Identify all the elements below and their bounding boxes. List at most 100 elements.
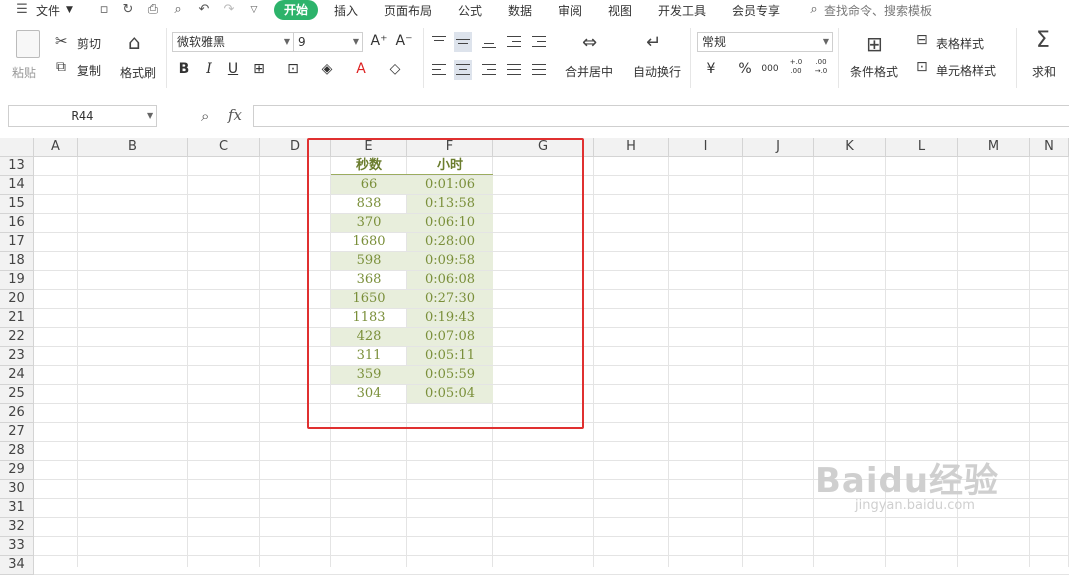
share-icon[interactable]: ↻: [120, 2, 136, 18]
paste-icon[interactable]: [16, 30, 40, 58]
row-header-17[interactable]: 17: [0, 233, 34, 252]
align-left-icon[interactable]: [430, 62, 448, 78]
tab-insert[interactable]: 插入: [334, 2, 358, 19]
row-header-22[interactable]: 22: [0, 328, 34, 347]
fill-color-icon[interactable]: ◈: [318, 60, 336, 78]
tab-home[interactable]: 开始: [274, 0, 318, 20]
align-center-icon[interactable]: [454, 60, 472, 80]
cell-fill-icon[interactable]: ⊡: [284, 60, 302, 78]
sum-icon[interactable]: Σ: [1036, 28, 1050, 53]
wrap-text-button[interactable]: 自动换行: [633, 63, 681, 80]
row-header-30[interactable]: 30: [0, 480, 34, 499]
row-header-25[interactable]: 25: [0, 385, 34, 404]
merge-center-icon[interactable]: ⇔: [582, 32, 597, 53]
decrease-indent-icon[interactable]: [505, 34, 523, 50]
align-top-icon[interactable]: [430, 34, 448, 50]
paste-button[interactable]: 粘贴: [12, 64, 36, 81]
print-icon[interactable]: ⎙: [145, 2, 161, 18]
decrease-decimal-button[interactable]: .00 →.0: [810, 58, 832, 76]
cell-style-icon[interactable]: ⊡: [916, 59, 928, 75]
row-header-27[interactable]: 27: [0, 423, 34, 442]
hamburger-icon[interactable]: ☰: [14, 2, 30, 18]
thousands-button[interactable]: 000: [759, 60, 781, 78]
chevron-down-icon[interactable]: ▼: [66, 5, 73, 15]
row-header-23[interactable]: 23: [0, 347, 34, 366]
row-header-32[interactable]: 32: [0, 518, 34, 537]
column-header-n[interactable]: N: [1030, 138, 1069, 157]
column-header-m[interactable]: M: [958, 138, 1030, 157]
name-box[interactable]: R44: [8, 105, 157, 127]
search-input[interactable]: 查找命令、搜索模板: [824, 2, 932, 19]
column-header-i[interactable]: I: [669, 138, 743, 157]
column-header-c[interactable]: C: [188, 138, 260, 157]
redo-icon[interactable]: ↷: [221, 2, 237, 18]
column-header-h[interactable]: H: [594, 138, 669, 157]
row-header-28[interactable]: 28: [0, 442, 34, 461]
scissors-icon[interactable]: ✂: [55, 32, 68, 50]
print-preview-icon[interactable]: ⌕: [170, 2, 186, 18]
row-header-14[interactable]: 14: [0, 176, 34, 195]
row-header-16[interactable]: 16: [0, 214, 34, 233]
wrap-text-icon[interactable]: ↵: [646, 32, 661, 53]
row-header-13[interactable]: 13: [0, 157, 34, 176]
distribute-icon[interactable]: [530, 62, 548, 78]
percent-button[interactable]: %: [736, 60, 754, 78]
column-header-l[interactable]: L: [886, 138, 958, 157]
tab-member[interactable]: 会员专享: [732, 2, 780, 19]
row-header-18[interactable]: 18: [0, 252, 34, 271]
copy-button[interactable]: 复制: [77, 62, 101, 79]
merge-center-button[interactable]: 合并居中: [565, 63, 613, 80]
font-color-icon[interactable]: A: [352, 60, 370, 78]
align-bottom-icon[interactable]: [480, 34, 498, 50]
underline-icon[interactable]: U: [224, 60, 242, 78]
cut-button[interactable]: 剪切: [77, 35, 101, 52]
column-header-b[interactable]: B: [78, 138, 188, 157]
cell-style-button[interactable]: 单元格样式: [936, 62, 996, 79]
fx-label[interactable]: fx: [228, 106, 242, 124]
row-header-15[interactable]: 15: [0, 195, 34, 214]
row-header-31[interactable]: 31: [0, 499, 34, 518]
format-painter-icon[interactable]: ⌂: [128, 30, 141, 54]
increase-indent-icon[interactable]: [530, 34, 548, 50]
row-header-24[interactable]: 24: [0, 366, 34, 385]
formula-input[interactable]: [253, 105, 1069, 127]
select-all-corner[interactable]: [0, 138, 34, 157]
copy-icon[interactable]: ⧉: [56, 59, 66, 75]
currency-button[interactable]: ¥: [702, 60, 720, 78]
table-style-icon[interactable]: ⊟: [916, 32, 928, 48]
row-header-29[interactable]: 29: [0, 461, 34, 480]
tab-formulas[interactable]: 公式: [458, 2, 482, 19]
column-header-j[interactable]: J: [743, 138, 814, 157]
row-header-21[interactable]: 21: [0, 309, 34, 328]
customize-toolbar-icon[interactable]: ▽: [246, 2, 262, 18]
border-icon[interactable]: ⊞: [250, 60, 268, 78]
font-name-select[interactable]: 微软雅黑 ▼: [172, 32, 294, 52]
row-header-33[interactable]: 33: [0, 537, 34, 556]
conditional-format-icon[interactable]: ⊞: [866, 32, 883, 56]
row-header-20[interactable]: 20: [0, 290, 34, 309]
row-header-26[interactable]: 26: [0, 404, 34, 423]
justify-icon[interactable]: [505, 62, 523, 78]
bold-icon[interactable]: B: [175, 60, 193, 78]
sum-button[interactable]: 求和: [1032, 63, 1056, 80]
tab-view[interactable]: 视图: [608, 2, 632, 19]
tab-data[interactable]: 数据: [508, 2, 532, 19]
clear-format-icon[interactable]: ◇: [386, 60, 404, 78]
save-icon[interactable]: ▫: [96, 2, 112, 18]
column-header-k[interactable]: K: [814, 138, 886, 157]
increase-font-icon[interactable]: A⁺: [370, 32, 388, 50]
row-header-19[interactable]: 19: [0, 271, 34, 290]
decrease-font-icon[interactable]: A⁻: [395, 32, 413, 50]
chevron-down-icon[interactable]: ▼: [147, 111, 153, 120]
row-header-34[interactable]: 34: [0, 556, 34, 575]
tab-review[interactable]: 审阅: [558, 2, 582, 19]
tab-developer[interactable]: 开发工具: [658, 2, 706, 19]
conditional-format-button[interactable]: 条件格式: [850, 63, 898, 80]
search-icon[interactable]: ⌕: [806, 2, 822, 18]
align-right-icon[interactable]: [480, 62, 498, 78]
italic-icon[interactable]: I: [200, 60, 218, 78]
zoom-icon[interactable]: ⌕: [201, 107, 209, 125]
tab-page-layout[interactable]: 页面布局: [384, 2, 432, 19]
file-menu[interactable]: 文件: [36, 2, 60, 19]
increase-decimal-button[interactable]: +.0 .00: [785, 58, 807, 76]
